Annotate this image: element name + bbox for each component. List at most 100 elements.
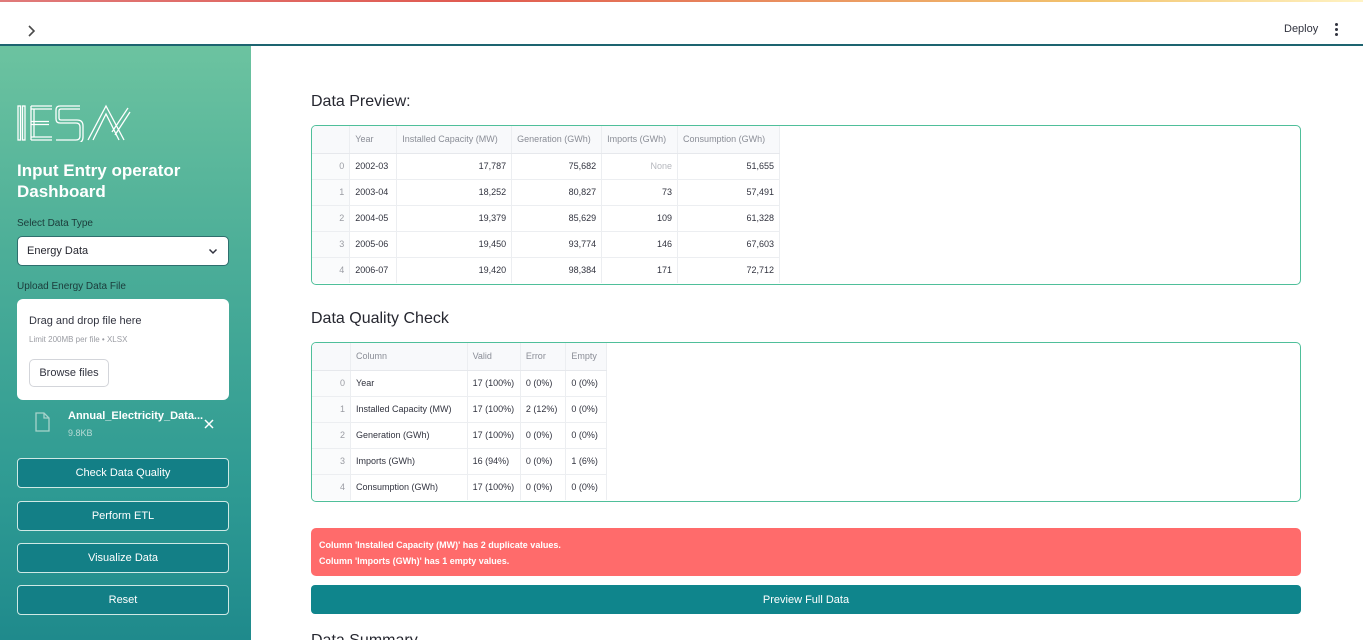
data-quality-table[interactable]: Column Valid Error Empty 0 Year 17 (100%… <box>311 342 1301 502</box>
data-type-select-value: Energy Data <box>27 245 89 257</box>
table-row: 0 2002-03 17,787 75,682 None 51,655 <box>312 153 780 180</box>
file-dropzone[interactable]: Drag and drop file here Limit 200MB per … <box>17 299 229 400</box>
remove-file-icon[interactable] <box>201 416 217 432</box>
perform-etl-button[interactable]: Perform ETL <box>17 501 229 531</box>
table-cell[interactable]: 17 (100%) <box>467 370 521 397</box>
table-cell[interactable]: 0 (0%) <box>565 422 607 449</box>
upload-label: Upload Energy Data File <box>17 281 126 292</box>
table-header-row: Column Valid Error Empty <box>312 343 607 371</box>
column-header[interactable]: Valid <box>467 343 521 371</box>
table-cell[interactable]: 57,491 <box>677 179 780 206</box>
row-index: 4 <box>312 257 351 283</box>
row-index: 0 <box>312 370 352 397</box>
alert-line: Column 'Installed Capacity (MW)' has 2 d… <box>319 540 561 550</box>
select-data-type-label: Select Data Type <box>17 218 93 229</box>
table-cell[interactable]: 0 (0%) <box>565 474 607 500</box>
check-data-quality-button[interactable]: Check Data Quality <box>17 458 229 488</box>
table-cell[interactable]: 2005-06 <box>349 231 398 258</box>
table-cell[interactable]: None <box>601 153 679 180</box>
uploaded-file-name: Annual_Electricity_Data... <box>68 410 204 422</box>
table-cell[interactable]: 17,787 <box>396 153 513 180</box>
table-row: 3 Imports (GWh) 16 (94%) 0 (0%) 1 (6%) <box>312 448 607 475</box>
row-index: 2 <box>312 205 351 232</box>
table-cell[interactable]: 61,328 <box>677 205 780 232</box>
table-cell[interactable]: 0 (0%) <box>565 396 607 423</box>
data-quality-title: Data Quality Check <box>311 310 449 327</box>
table-row: 0 Year 17 (100%) 0 (0%) 0 (0%) <box>312 370 607 397</box>
table-cell[interactable]: 19,450 <box>396 231 513 258</box>
column-header[interactable]: Installed Capacity (MW) <box>396 126 513 154</box>
table-row: 1 2003-04 18,252 80,827 73 57,491 <box>312 179 780 206</box>
table-cell[interactable]: 2 (12%) <box>520 396 567 423</box>
row-index: 1 <box>312 179 351 206</box>
index-header <box>312 126 351 154</box>
table-cell[interactable]: 17 (100%) <box>467 422 521 449</box>
table-cell[interactable]: 0 (0%) <box>520 474 567 500</box>
column-header[interactable]: Imports (GWh) <box>601 126 679 154</box>
table-cell[interactable]: 0 (0%) <box>520 448 567 475</box>
sidebar-title: Input Entry operator Dashboard <box>17 161 181 201</box>
table-row: 2 2004-05 19,379 85,629 109 61,328 <box>312 205 780 232</box>
table-cell[interactable]: 0 (0%) <box>520 370 567 397</box>
table-cell[interactable]: Installed Capacity (MW) <box>350 396 468 423</box>
column-header[interactable]: Error <box>520 343 567 371</box>
table-cell[interactable]: 16 (94%) <box>467 448 521 475</box>
reset-button[interactable]: Reset <box>17 585 229 615</box>
table-cell[interactable]: 93,774 <box>511 231 603 258</box>
table-cell[interactable]: 85,629 <box>511 205 603 232</box>
main-menu-icon[interactable] <box>1329 20 1343 38</box>
index-header <box>312 343 352 371</box>
table-cell[interactable]: 73 <box>601 179 679 206</box>
table-cell[interactable]: 18,252 <box>396 179 513 206</box>
table-cell[interactable]: 0 (0%) <box>520 422 567 449</box>
table-row: 2 Generation (GWh) 17 (100%) 0 (0%) 0 (0… <box>312 422 607 449</box>
data-preview-table[interactable]: Year Installed Capacity (MW) Generation … <box>311 125 1301 285</box>
table-cell[interactable]: 72,712 <box>677 257 780 283</box>
table-cell[interactable]: 51,655 <box>677 153 780 180</box>
table-cell[interactable]: 17 (100%) <box>467 396 521 423</box>
row-index: 3 <box>312 231 351 258</box>
table-cell[interactable]: 75,682 <box>511 153 603 180</box>
table-cell[interactable]: 19,420 <box>396 257 513 283</box>
dropzone-title: Drag and drop file here <box>29 315 142 327</box>
table-cell[interactable]: Imports (GWh) <box>350 448 468 475</box>
data-summary-title: Data Summary <box>311 630 418 640</box>
alert-line: Column 'Imports (GWh)' has 1 empty value… <box>319 556 510 566</box>
uploaded-file-size: 9.8KB <box>68 428 93 438</box>
table-cell[interactable]: 67,603 <box>677 231 780 258</box>
table-row: 1 Installed Capacity (MW) 17 (100%) 2 (1… <box>312 396 607 423</box>
row-index: 0 <box>312 153 351 180</box>
expand-sidebar-icon[interactable] <box>22 22 40 40</box>
table-cell[interactable]: 1 (6%) <box>565 448 607 475</box>
row-index: 1 <box>312 396 352 423</box>
table-cell[interactable]: 98,384 <box>511 257 603 283</box>
column-header[interactable]: Empty <box>565 343 607 371</box>
table-cell[interactable]: 2004-05 <box>349 205 398 232</box>
browse-files-button[interactable]: Browse files <box>29 359 109 387</box>
table-cell[interactable]: 146 <box>601 231 679 258</box>
preview-full-data-button[interactable]: Preview Full Data <box>311 585 1301 614</box>
main-content: Data Preview: Year Installed Capacity (M… <box>251 46 1363 640</box>
table-cell[interactable]: 2002-03 <box>349 153 398 180</box>
table-cell[interactable]: 80,827 <box>511 179 603 206</box>
column-header[interactable]: Consumption (GWh) <box>677 126 780 154</box>
data-type-select[interactable]: Energy Data <box>17 236 229 266</box>
table-cell[interactable]: 171 <box>601 257 679 283</box>
column-header[interactable]: Generation (GWh) <box>511 126 603 154</box>
table-cell[interactable]: Consumption (GWh) <box>350 474 468 500</box>
column-header[interactable]: Year <box>349 126 398 154</box>
table-cell[interactable]: 19,379 <box>396 205 513 232</box>
table-cell[interactable]: 17 (100%) <box>467 474 521 500</box>
table-row: 4 Consumption (GWh) 17 (100%) 0 (0%) 0 (… <box>312 474 607 500</box>
row-index: 2 <box>312 422 352 449</box>
deploy-button[interactable]: Deploy <box>1278 20 1324 38</box>
table-cell[interactable]: Year <box>350 370 468 397</box>
column-header[interactable]: Column <box>350 343 468 371</box>
table-cell[interactable]: 109 <box>601 205 679 232</box>
table-cell[interactable]: 2003-04 <box>349 179 398 206</box>
table-cell[interactable]: 2006-07 <box>349 257 398 283</box>
table-row: 4 2006-07 19,420 98,384 171 72,712 <box>312 257 780 283</box>
table-cell[interactable]: Generation (GWh) <box>350 422 468 449</box>
visualize-data-button[interactable]: Visualize Data <box>17 543 229 573</box>
table-cell[interactable]: 0 (0%) <box>565 370 607 397</box>
